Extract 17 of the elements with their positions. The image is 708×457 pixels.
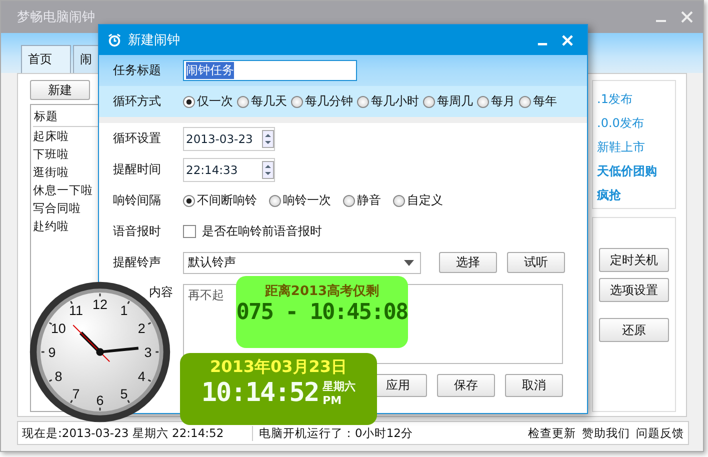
weekday-text: 星期六 [322,379,356,394]
date-text: 2013年03月23日 [210,357,348,378]
field-label: 内容 [148,284,174,301]
field-label: 循环设置 [113,130,162,147]
field-label: 提醒时间 [113,161,162,178]
field-label: 响铃间隔 [113,192,162,209]
uptime-text: 电脑开机运行了：0小时12分 [258,426,413,440]
field-label: 循环方式 [113,93,162,110]
field-label: 语音报时 [113,223,162,240]
countdown-title: 距离2013高考仅剩 [264,282,380,300]
countdown-digits: 075 - 10:45:08 [236,300,408,325]
clock-digits: 10:14:52 [201,378,319,408]
window-title: 梦畅电脑闹钟 [17,9,95,26]
field-label: 任务标题 [113,62,162,79]
ampm-text: PM [322,394,343,407]
dialog-title: 新建闹钟 [128,32,180,49]
field-label: 提醒铃声 [113,254,162,271]
